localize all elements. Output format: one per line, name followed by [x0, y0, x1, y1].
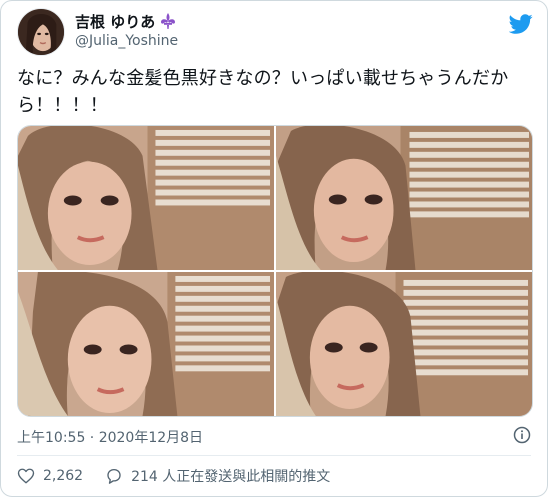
info-icon[interactable]	[513, 426, 531, 444]
tweet-photo-3[interactable]	[18, 272, 274, 416]
twitter-bird-icon[interactable]	[509, 12, 533, 36]
reply-action[interactable]: 214 人正在發送與此相關的推文	[105, 466, 330, 486]
name-row: 吉根 ゆりあ	[75, 11, 178, 31]
like-action[interactable]: 2,262	[17, 467, 83, 485]
reply-count: 214 人正在發送與此相關的推文	[131, 469, 331, 485]
tweet-timestamp[interactable]: 上午10:55 · 2020年12月8日	[17, 427, 203, 447]
tweet-card: 吉根 ゆりあ @Julia_Yoshine なに？みんな金髪色黒好きなの？いっぱ…	[0, 0, 548, 497]
tweet-photo-2[interactable]	[276, 126, 532, 270]
display-name[interactable]: 吉根 ゆりあ	[75, 11, 155, 32]
fleur-de-lis-icon	[159, 12, 177, 30]
tweet-photo-1[interactable]	[18, 126, 274, 270]
tweet-media-grid	[17, 125, 533, 417]
tweet-header: 吉根 ゆりあ @Julia_Yoshine	[17, 8, 535, 58]
like-count: 2,262	[43, 468, 84, 484]
divider	[17, 455, 531, 456]
speech-bubble-icon	[107, 468, 121, 484]
user-handle[interactable]: @Julia_Yoshine	[75, 33, 178, 49]
tweet-actions: 2,262 214 人正在發送與此相關的推文	[17, 465, 330, 487]
avatar[interactable]	[17, 8, 65, 56]
user-info: 吉根 ゆりあ @Julia_Yoshine	[75, 11, 178, 50]
tweet-photo-4[interactable]	[276, 272, 532, 416]
heart-icon	[17, 468, 35, 484]
tweet-text: なに？みんな金髪色黒好きなの？いっぱい載せちゃうんだから！！！！	[17, 68, 509, 116]
